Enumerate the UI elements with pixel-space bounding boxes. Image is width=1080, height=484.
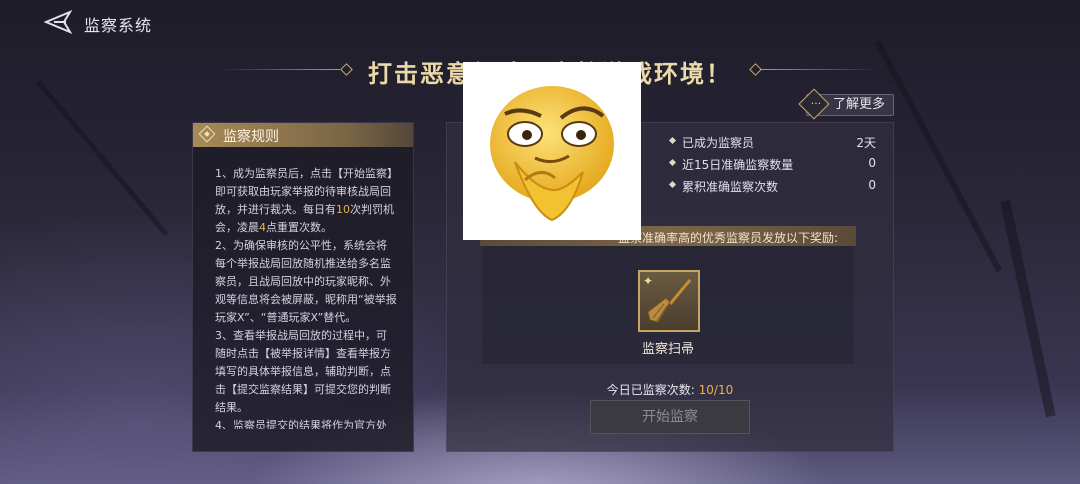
rules-title: 监察规则: [223, 129, 279, 145]
background-streak: [36, 80, 169, 237]
stat-value: 0: [868, 178, 876, 192]
broom-icon: [647, 279, 692, 323]
decor-line-right: [760, 69, 880, 70]
bullet-icon: [668, 180, 677, 189]
today-count: 今日已监察次数: 10/10: [560, 381, 780, 398]
today-count-label: 今日已监察次数:: [606, 383, 699, 397]
back-button[interactable]: [43, 9, 74, 35]
rules-panel: 监察规则 1、成为监察员后，点击【开始监察】即可获取由玩家举报的待审核战局回放，…: [192, 122, 414, 452]
reward-banner-text: 监察准确率高的优秀监察员发放以下奖励:: [617, 231, 838, 245]
stat-label: 累积准确监察次数: [682, 180, 779, 194]
more-dots-icon: ···: [810, 97, 822, 110]
rule-item-1: 1、成为监察员后，点击【开始监察】即可获取由玩家举报的待审核战局回放，并进行裁决…: [215, 167, 394, 234]
stat-row: 近15日准确监察数量 0: [658, 154, 886, 174]
decor-line-left: [220, 69, 340, 70]
rule-item-2: 2、为确保审核的公平性，系统会将每个举报战局回放随机推送给多名监察员，且战局回放…: [215, 239, 397, 324]
reward-item-name: 监察扫帚: [641, 342, 694, 357]
stat-value: 2天: [856, 136, 876, 150]
stat-label: 已成为监察员: [682, 136, 755, 150]
stat-label: 近15日准确监察数量: [682, 158, 794, 172]
stat-value: 0: [868, 156, 876, 170]
page-title: 监察系统: [84, 16, 153, 35]
reward-item-slot[interactable]: ✦: [638, 270, 700, 332]
decor-diamond-left: [340, 63, 353, 76]
smug-face-icon: [490, 86, 614, 222]
start-inspection-button[interactable]: 开始监察: [590, 400, 750, 434]
bullet-icon: [668, 158, 677, 167]
rules-diamond-icon: [198, 125, 216, 143]
bullet-icon: [668, 136, 677, 145]
learn-more-label: 了解更多: [833, 97, 886, 112]
inspector-stats: 已成为监察员 2天 近15日准确监察数量 0 累积准确监察次数 0: [658, 128, 890, 200]
emoji-sticker: [463, 62, 641, 240]
today-count-value: 10/10: [698, 383, 734, 397]
background-streak: [1000, 200, 1056, 418]
rule-item-4: 4、监察员提交的结果将作为官方处理违规行为的重要参考，但并非最终判罚结果，以官方…: [215, 419, 387, 429]
rules-text-scroll[interactable]: 1、成为监察员后，点击【开始监察】即可获取由玩家举报的待审核战局回放，并进行裁决…: [215, 165, 397, 429]
top-bar: 监察系统: [0, 0, 1080, 44]
learn-more-button[interactable]: ··· 了解更多: [798, 88, 895, 120]
rule-item-3: 3、查看举报战局回放的过程中，可随时点击【被举报详情】查看举报方填写的具体举报信…: [215, 329, 391, 414]
back-arrow-icon: [43, 9, 73, 35]
stat-row: 已成为监察员 2天: [658, 132, 886, 152]
rules-header: 监察规则: [193, 123, 413, 147]
stat-row: 累积准确监察次数 0: [658, 176, 886, 196]
